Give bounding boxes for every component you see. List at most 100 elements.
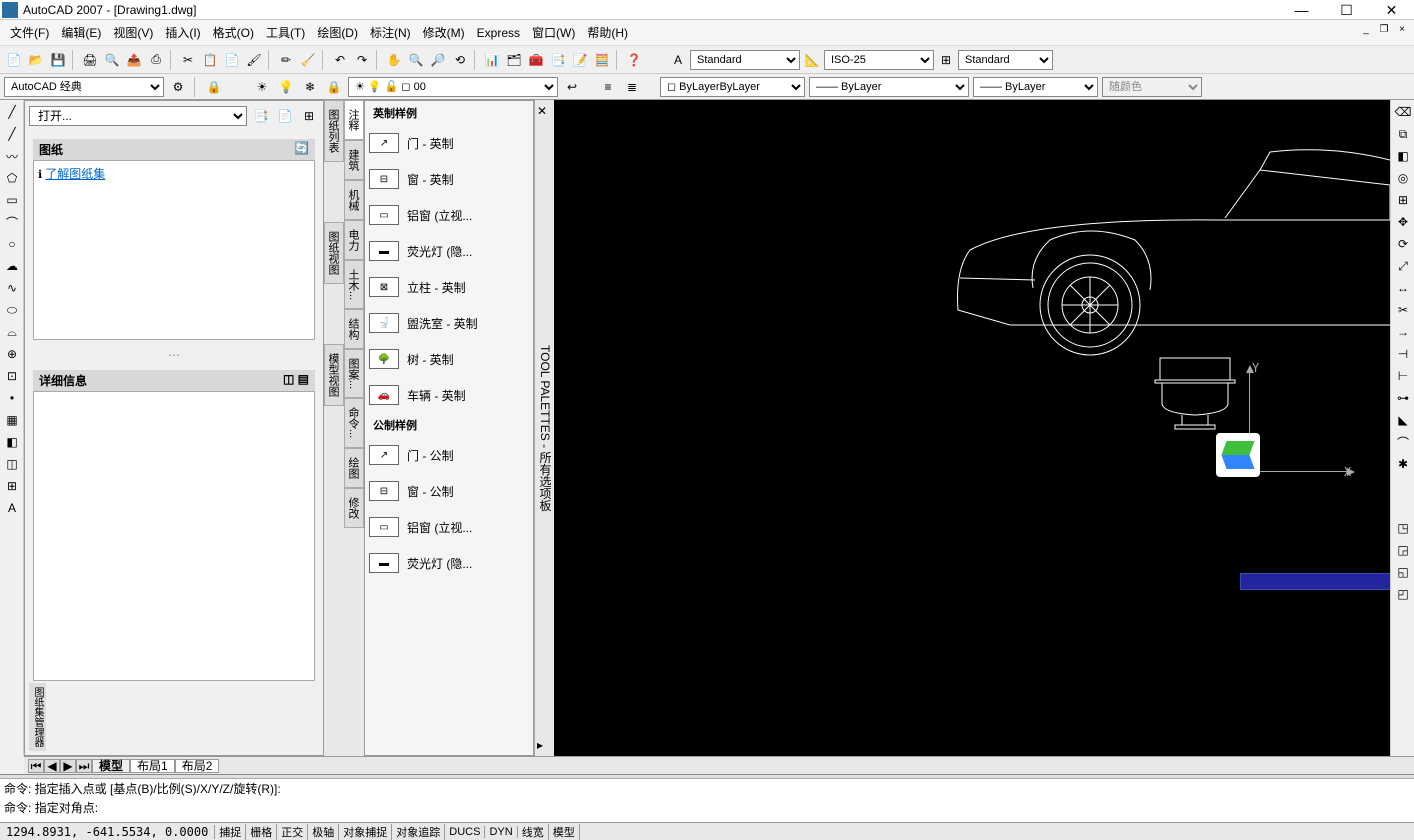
- ortho-toggle[interactable]: 正交: [277, 824, 308, 840]
- join-icon[interactable]: ⊶: [1393, 388, 1413, 408]
- open-icon[interactable]: 📂: [26, 50, 46, 70]
- rotate-icon[interactable]: ⟳: [1393, 234, 1413, 254]
- tp-vehicle-imperial[interactable]: 🚗车辆 - 英制: [365, 377, 533, 413]
- dc-icon[interactable]: 🗂: [504, 50, 524, 70]
- xline-icon[interactable]: ╱: [2, 124, 22, 144]
- layers-icon[interactable]: ≡: [598, 77, 618, 97]
- menu-format[interactable]: 格式(O): [213, 24, 254, 41]
- tp-door-imperial[interactable]: ↗门 - 英制: [365, 125, 533, 161]
- menu-edit[interactable]: 编辑(E): [61, 24, 101, 41]
- mtext-icon[interactable]: A: [2, 498, 22, 518]
- insert-icon[interactable]: ⊕: [2, 344, 22, 364]
- tab-next[interactable]: ▶: [60, 759, 76, 773]
- line-icon[interactable]: ╱: [2, 102, 22, 122]
- linetype-combo[interactable]: —— ByLayer: [809, 77, 969, 97]
- polar-toggle[interactable]: 极轴: [308, 824, 339, 840]
- dim-style-combo[interactable]: ISO-25: [824, 50, 934, 70]
- coordinates-display[interactable]: 1294.8931, -641.5534, 0.0000: [0, 825, 215, 839]
- break2-icon[interactable]: ⊢: [1393, 366, 1413, 386]
- pan-icon[interactable]: ✋: [384, 50, 404, 70]
- tab-first[interactable]: ⏮: [28, 759, 44, 773]
- trim-icon[interactable]: ✂: [1393, 300, 1413, 320]
- drawing-canvas[interactable]: X Y 指定对角点: 1294.8931: [554, 100, 1390, 756]
- vtab-hatch[interactable]: 图案...: [344, 349, 364, 398]
- array-icon[interactable]: ⊞: [1393, 190, 1413, 210]
- circle-icon[interactable]: ○: [2, 234, 22, 254]
- doc-close[interactable]: ×: [1394, 24, 1410, 38]
- doc-minimize[interactable]: _: [1358, 24, 1374, 38]
- ucs4-icon[interactable]: ◰: [1393, 584, 1413, 604]
- brush-icon[interactable]: ✏: [276, 50, 296, 70]
- textstyle-icon[interactable]: A: [668, 50, 688, 70]
- vtab-cmd[interactable]: 命令...: [344, 398, 364, 447]
- model-toggle[interactable]: 模型: [549, 824, 580, 840]
- tp-props-icon[interactable]: ▸: [537, 738, 543, 752]
- save-icon[interactable]: 💾: [48, 50, 68, 70]
- vtab-sheet-list[interactable]: 图纸列表: [324, 100, 344, 162]
- ducs-toggle[interactable]: DUCS: [445, 826, 485, 838]
- zoom-prev-icon[interactable]: ⟲: [450, 50, 470, 70]
- menu-express[interactable]: Express: [477, 26, 520, 40]
- tab-prev[interactable]: ◀: [44, 759, 60, 773]
- properties-icon[interactable]: 📊: [482, 50, 502, 70]
- command-window[interactable]: 命令: 指定插入点或 [基点(B)/比例(S)/X/Y/Z/旋转(R)]: 命令…: [0, 774, 1414, 822]
- ellipse-icon[interactable]: ⬭: [2, 300, 22, 320]
- vtab-arch[interactable]: 建筑: [344, 140, 364, 180]
- menu-file[interactable]: 文件(F): [10, 24, 49, 41]
- menu-help[interactable]: 帮助(H): [587, 24, 628, 41]
- ucs2-icon[interactable]: ◲: [1393, 540, 1413, 560]
- break-icon[interactable]: ⊣: [1393, 344, 1413, 364]
- tab-last[interactable]: ⏭: [76, 759, 92, 773]
- minimize-button[interactable]: —: [1279, 0, 1324, 20]
- plotstyle-combo[interactable]: 随颜色: [1102, 77, 1202, 97]
- layer-mgr-icon[interactable]: ☀: [252, 77, 272, 97]
- tool-palette-title[interactable]: ✕ TOOL PALETTES - 所有选项板 ▸: [534, 100, 554, 756]
- lwt-toggle[interactable]: 线宽: [518, 824, 549, 840]
- tp-close-icon[interactable]: ✕: [537, 104, 547, 118]
- point-icon[interactable]: •: [2, 388, 22, 408]
- layer-states-icon[interactable]: 💡: [276, 77, 296, 97]
- vtab-annotation[interactable]: 注释: [344, 100, 364, 140]
- mirror-icon[interactable]: ◧: [1393, 146, 1413, 166]
- tab-layout1[interactable]: 布局1: [130, 759, 175, 773]
- undo-icon[interactable]: ↶: [330, 50, 350, 70]
- sheet-open-combo[interactable]: 打开...: [29, 106, 247, 126]
- workspace-combo[interactable]: AutoCAD 经典: [4, 77, 164, 97]
- erase-icon[interactable]: ⌫: [1393, 102, 1413, 122]
- hatch-icon[interactable]: ▦: [2, 410, 22, 430]
- paste-icon[interactable]: 📄: [222, 50, 242, 70]
- cut-icon[interactable]: ✂: [178, 50, 198, 70]
- grid-toggle[interactable]: 栅格: [246, 824, 277, 840]
- ucs-icon[interactable]: ◳: [1393, 518, 1413, 538]
- dyn-toggle[interactable]: DYN: [485, 826, 517, 838]
- close-button[interactable]: ✕: [1369, 0, 1414, 20]
- dimstyle-icon[interactable]: 📐: [802, 50, 822, 70]
- tab-model[interactable]: 模型: [92, 759, 130, 773]
- new-icon[interactable]: 📄: [4, 50, 24, 70]
- ucs3-icon[interactable]: ◱: [1393, 562, 1413, 582]
- markup-icon[interactable]: 📝: [570, 50, 590, 70]
- maximize-button[interactable]: ☐: [1324, 0, 1369, 20]
- calc-icon[interactable]: 🧮: [592, 50, 612, 70]
- ws-settings-icon[interactable]: ⚙: [168, 77, 188, 97]
- tp-alwindow-imperial[interactable]: ▭铝窗 (立视...: [365, 197, 533, 233]
- pline-icon[interactable]: 〰: [2, 146, 22, 166]
- chamfer-icon[interactable]: ◣: [1393, 410, 1413, 430]
- region-icon[interactable]: ◫: [2, 454, 22, 474]
- layer-prev-icon[interactable]: ↩: [562, 77, 582, 97]
- tp-window-imperial[interactable]: ⊟窗 - 英制: [365, 161, 533, 197]
- tab-layout2[interactable]: 布局2: [175, 759, 220, 773]
- copy-obj-icon[interactable]: ⧉: [1393, 124, 1413, 144]
- otrack-toggle[interactable]: 对象追踪: [392, 824, 445, 840]
- layers2-icon[interactable]: ≣: [622, 77, 642, 97]
- table-style-combo[interactable]: Standard: [958, 50, 1053, 70]
- polygon-icon[interactable]: ⬠: [2, 168, 22, 188]
- help-icon[interactable]: ❓: [624, 50, 644, 70]
- preview-icon[interactable]: 🔍: [102, 50, 122, 70]
- tp-column-imperial[interactable]: ⊠立柱 - 英制: [365, 269, 533, 305]
- lineweight-combo[interactable]: —— ByLayer: [973, 77, 1098, 97]
- tp-fluorescent-metric[interactable]: ▬荧光灯 (隐...: [365, 545, 533, 581]
- tp-icon[interactable]: 🧰: [526, 50, 546, 70]
- vtab-civil[interactable]: 土木...: [344, 260, 364, 309]
- menu-draw[interactable]: 绘图(D): [317, 24, 358, 41]
